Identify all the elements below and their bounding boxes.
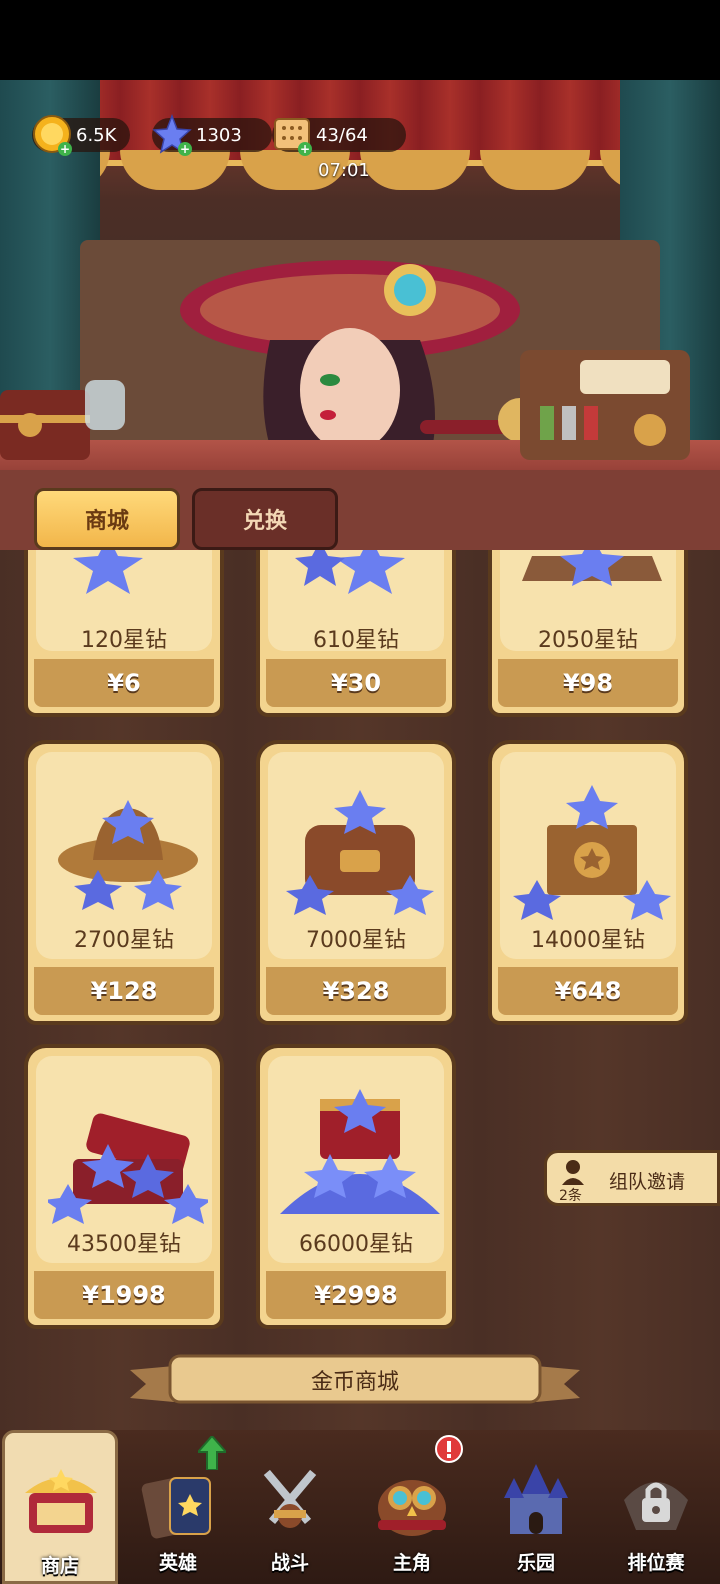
product-card[interactable]: 610星钻 ¥30 [256,550,456,717]
nav-label: 排位赛 [627,1552,685,1574]
nav-label: 乐园 [516,1552,555,1574]
upgrade-arrow-icon [198,1436,226,1470]
nav-hero[interactable]: 英雄 [122,1430,234,1584]
star-gem-pile-icon [73,550,143,594]
product-card[interactable]: 2700星钻 ¥128 [24,740,224,1025]
alert-badge-icon [435,1435,463,1463]
stamina-timer: 07:01 [318,160,370,181]
product-amount: 7000星钻 [306,928,406,953]
valance-scallop [360,150,470,190]
stamina-amount: 43/64 [316,124,368,146]
gold-shop-label: 金币商城 [310,1370,399,1395]
product-price[interactable]: ¥6 [34,659,214,707]
nav-protagonist[interactable]: 主角 [356,1430,468,1584]
tab-exchange[interactable]: 兑换 [192,488,338,550]
treasure-chest-decor [0,380,125,460]
tab-shop[interactable]: 商城 [34,488,180,550]
gem-hat-icon [58,800,198,910]
product-price[interactable]: ¥128 [34,967,214,1015]
gem-satchel-icon [286,790,434,915]
product-card[interactable]: 7000星钻 ¥328 [256,740,456,1025]
nav-label: 英雄 [158,1552,197,1574]
product-amount: 120星钻 [81,628,167,653]
valance-scallop [120,150,230,190]
nav-park[interactable]: 乐园 [480,1430,592,1584]
gem-treasure-chest-icon [48,1113,208,1224]
castle-icon [504,1464,568,1534]
product-price[interactable]: ¥1998 [34,1271,214,1319]
invite-count: 2条 [559,1188,582,1204]
star-gem-pile-icon [295,550,405,594]
gem-chest-mountain-icon [280,1089,440,1214]
hero-cards-icon [141,1477,211,1539]
nav-label: 商店 [40,1555,79,1577]
product-price[interactable]: ¥2998 [266,1271,446,1319]
product-price[interactable]: ¥328 [266,967,446,1015]
product-price[interactable]: ¥648 [498,967,678,1015]
coin-counter[interactable]: + 6.5K [32,115,131,156]
product-card[interactable]: 14000星钻 ¥648 [488,740,688,1025]
nav-shop[interactable]: 商店 [2,1430,118,1584]
product-card[interactable]: 2050星钻 ¥98 [488,550,688,717]
status-bar-area [0,0,720,80]
product-price[interactable]: ¥98 [498,659,678,707]
coin-amount: 6.5K [76,124,117,146]
stamina-counter[interactable]: + 43/64 [272,115,406,156]
gem-amount: 1303 [196,124,242,146]
add-stamina-icon[interactable]: + [298,142,312,156]
product-amount: 14000星钻 [531,928,645,953]
gold-shop-banner[interactable]: 金币商城 [130,1352,580,1408]
product-amount: 610星钻 [313,628,399,653]
counter-machine-decor [520,350,690,460]
nav-label: 战斗 [270,1552,309,1574]
product-card[interactable]: 43500星钻 ¥1998 [24,1044,224,1329]
product-amount: 66000星钻 [299,1232,413,1257]
product-amount: 43500星钻 [67,1232,181,1257]
product-price[interactable]: ¥30 [266,659,446,707]
valance-scallop [480,150,590,190]
shop-stall-icon [25,1469,97,1533]
product-amount: 2700星钻 [74,928,174,953]
owl-goggles-icon [378,1480,446,1536]
invite-label: 组队邀请 [609,1171,686,1193]
crossed-swords-icon [263,1469,317,1528]
product-card[interactable]: 66000星钻 ¥2998 [256,1044,456,1329]
nav-ranked[interactable]: 排位赛 [600,1430,712,1584]
team-invite-button[interactable]: 2条 组队邀请 [544,1150,720,1206]
add-gems-icon[interactable]: + [178,142,192,156]
nav-battle[interactable]: 战斗 [234,1430,346,1584]
add-coins-icon[interactable]: + [58,142,72,156]
product-grid: 120星钻 ¥6 610星钻 ¥30 2050星钻 ¥98 2700星钻 ¥12… [0,550,720,1430]
nav-label: 主角 [392,1552,431,1574]
product-card[interactable]: 120星钻 ¥6 [24,550,224,717]
product-amount: 2050星钻 [538,628,638,653]
lock-icon [624,1482,688,1530]
gem-crate-icon [513,785,671,920]
gem-counter[interactable]: + 1303 [152,114,272,156]
person-icon [562,1160,584,1185]
star-gem-tray-icon [522,550,662,586]
